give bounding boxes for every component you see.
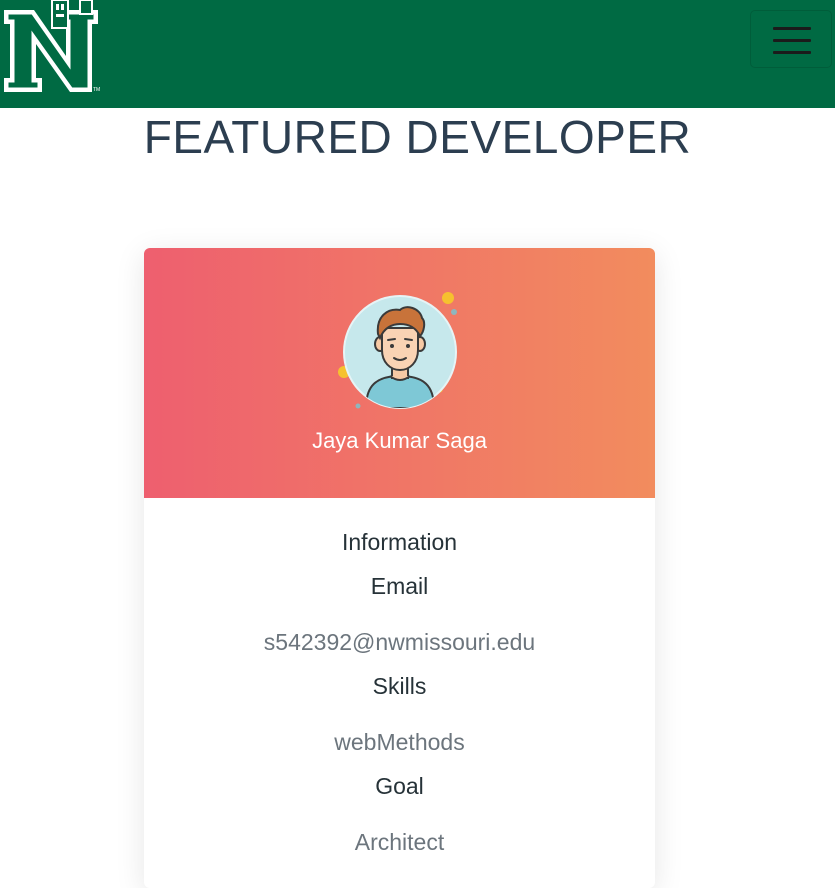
developer-card: Jaya Kumar Saga Information Email s54239…	[144, 248, 655, 888]
northwest-n-logo-icon: TM	[4, 0, 100, 93]
navbar: TM	[0, 0, 835, 108]
email-label: Email	[370, 573, 429, 599]
developer-avatar-icon	[338, 292, 457, 409]
email-value: s542392@nwmissouri.edu	[263, 629, 536, 655]
goal-value: Architect	[354, 829, 445, 855]
goal-label: Goal	[375, 773, 424, 799]
page-title: FEATURED DEVELOPER	[143, 111, 692, 163]
developer-name: Jaya Kumar Saga	[312, 428, 487, 453]
developer-card-header: Jaya Kumar Saga	[144, 248, 655, 498]
skills-label: Skills	[372, 673, 427, 699]
information-heading: Information	[341, 529, 458, 555]
trademark-text: TM	[93, 87, 100, 93]
skills-value: webMethods	[334, 729, 465, 755]
navbar-toggler-button[interactable]	[750, 10, 832, 68]
